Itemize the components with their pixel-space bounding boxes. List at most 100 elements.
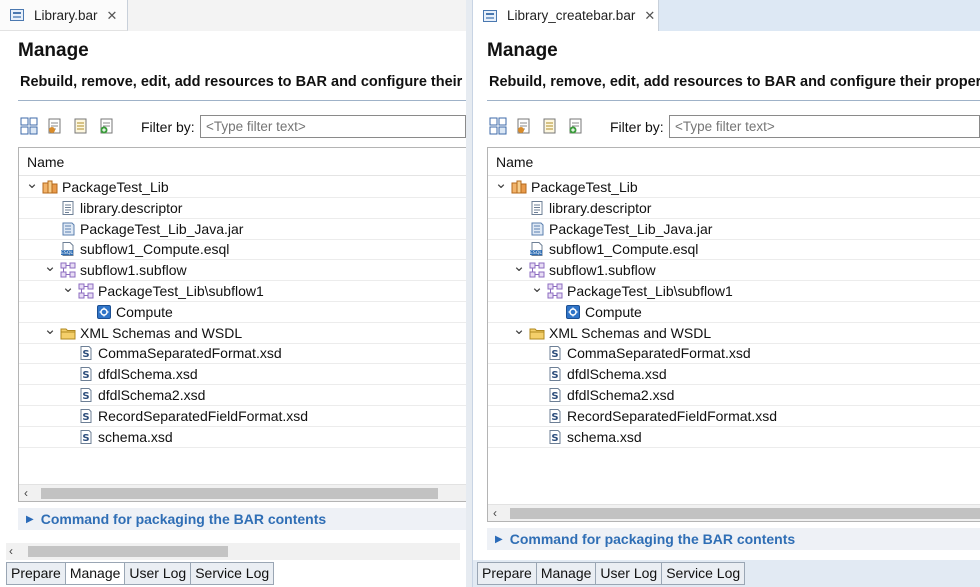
tree-row-file[interactable]: SdfdlSchema.xsd: [19, 364, 466, 386]
tree-item-label: CommaSeparatedFormat.xsd: [98, 345, 282, 362]
scroll-left-icon[interactable]: ‹: [9, 543, 13, 560]
expand-triangle-icon[interactable]: ▶: [495, 534, 503, 545]
tab-service-log[interactable]: Service Log: [190, 562, 275, 585]
chevron-down-icon[interactable]: ⌄: [43, 259, 57, 274]
xsd-schema-icon: S: [78, 366, 94, 382]
tree-row-file[interactable]: ESQL subflow1_Compute.esql: [19, 239, 466, 261]
scrollbar-thumb[interactable]: [28, 546, 228, 557]
page-title: Manage: [18, 40, 89, 61]
tab-manage[interactable]: Manage: [64, 562, 125, 585]
tree-row-file[interactable]: library.descriptor: [488, 198, 980, 219]
edit-resource-icon[interactable]: [515, 117, 533, 135]
packaging-command-section[interactable]: ▶ Command for packaging the BAR contents: [487, 528, 980, 550]
remove-resource-icon[interactable]: [72, 117, 90, 135]
tab-title: Library.bar: [34, 7, 98, 23]
tree-item-label: dfdlSchema2.xsd: [98, 387, 206, 403]
expand-all-icon[interactable]: [489, 117, 507, 135]
svg-text:ESQL: ESQL: [61, 251, 73, 257]
svg-text:ESQL: ESQL: [530, 251, 542, 257]
tree-row-library-folder[interactable]: ⌄ PackageTest_Lib: [488, 176, 980, 198]
xsd-schema-icon: S: [547, 345, 563, 361]
expand-triangle-icon[interactable]: ▶: [26, 514, 34, 525]
column-header-name[interactable]: Name: [19, 148, 466, 176]
filter-input[interactable]: [200, 115, 466, 138]
bottom-tabs: Prepare Manage User Log Service Log: [477, 562, 746, 585]
edit-resource-icon[interactable]: [46, 117, 64, 135]
packaging-command-section[interactable]: ▶ Command for packaging the BAR contents: [18, 508, 466, 530]
editor-horizontal-scrollbar[interactable]: ‹: [6, 543, 460, 560]
toolbar: [489, 117, 585, 135]
tree-row-subflow-node[interactable]: ⌄ subflow1.subflow: [19, 259, 466, 282]
svg-text:S: S: [551, 349, 558, 360]
tree-item-label: XML Schemas and WSDL: [549, 324, 712, 341]
tree-row-file[interactable]: S RecordSeparatedFieldFormat.xsd: [19, 406, 466, 427]
scroll-left-icon[interactable]: ‹: [493, 505, 497, 521]
tree-item-label: subflow1_Compute.esql: [549, 241, 699, 258]
tree-row-file[interactable]: S RecordSeparatedFieldFormat.xsd: [488, 406, 980, 427]
scrollbar-thumb[interactable]: [41, 488, 438, 499]
tree-row-library-folder[interactable]: ⌄ PackageTest_Lib: [19, 176, 466, 198]
tree-row-file[interactable]: PackageTest_Lib_Java.jar: [19, 219, 466, 240]
tab-prepare[interactable]: Prepare: [477, 562, 536, 585]
scrollbar-thumb[interactable]: [510, 508, 980, 519]
remove-resource-icon[interactable]: [541, 117, 559, 135]
chevron-down-icon[interactable]: ⌄: [512, 259, 526, 274]
jar-file-icon: [529, 221, 545, 237]
tree-row-file[interactable]: Sschema.xsd: [488, 427, 980, 448]
bottom-tabs: Prepare Manage User Log Service Log: [6, 562, 275, 585]
tab-user-log[interactable]: User Log: [124, 562, 191, 585]
tree-row-file[interactable]: S CommaSeparatedFormat.xsd: [488, 343, 980, 365]
tree-row-file[interactable]: SdfdlSchema2.xsd: [19, 385, 466, 406]
tree-horizontal-scrollbar[interactable]: ‹: [488, 504, 980, 521]
chevron-down-icon[interactable]: ⌄: [512, 322, 526, 337]
tree-row-subflow-node[interactable]: ⌄ subflow1.subflow: [488, 259, 980, 282]
chevron-down-icon[interactable]: ⌄: [61, 280, 75, 295]
close-icon[interactable]: ✕: [107, 9, 118, 22]
tree-row-file[interactable]: library.descriptor: [19, 198, 466, 219]
folder-icon: [60, 325, 76, 341]
tree-horizontal-scrollbar[interactable]: ‹: [19, 484, 466, 501]
svg-text:S: S: [82, 412, 89, 423]
tree-item-label: PackageTest_Lib: [531, 179, 638, 195]
expand-all-icon[interactable]: [20, 117, 38, 135]
tab-library-bar[interactable]: Library.bar ✕: [0, 0, 128, 31]
esql-file-icon: ESQL: [529, 241, 545, 257]
svg-text:S: S: [551, 433, 558, 444]
tree-row-file[interactable]: S CommaSeparatedFormat.xsd: [19, 343, 466, 365]
tab-user-log[interactable]: User Log: [595, 562, 662, 585]
tree-row-file[interactable]: PackageTest_Lib_Java.jar: [488, 219, 980, 240]
tree-item-label: XML Schemas and WSDL: [80, 324, 243, 341]
tree-item-label: PackageTest_Lib\subflow1: [98, 283, 264, 299]
tree-row-file[interactable]: SdfdlSchema2.xsd: [488, 385, 980, 406]
filter-input[interactable]: [669, 115, 980, 138]
subflow-icon: [529, 262, 545, 278]
tab-prepare[interactable]: Prepare: [6, 562, 65, 585]
add-resource-icon[interactable]: [567, 117, 585, 135]
resource-tree: Name ⌄ PackageTest_Lib library.descriptor P…: [18, 147, 466, 502]
tab-library-createbar[interactable]: Library_createbar.bar ✕: [473, 0, 659, 31]
chevron-down-icon[interactable]: ⌄: [43, 322, 57, 337]
tab-manage[interactable]: Manage: [535, 562, 596, 585]
tree-row-file[interactable]: ESQL subflow1_Compute.esql: [488, 239, 980, 261]
tree-row-file[interactable]: Sschema.xsd: [19, 427, 466, 448]
editor-library-createbar: Library_createbar.bar ✕ Manage Rebuild, …: [472, 0, 980, 587]
tree-row-subflow-node[interactable]: ⌄ PackageTest_Lib\subflow1: [19, 280, 466, 302]
tree-row-schemas-folder[interactable]: ⌄ XML Schemas and WSDL: [19, 322, 466, 344]
tree-row-compute-node[interactable]: Compute: [488, 302, 980, 323]
close-icon[interactable]: ✕: [644, 9, 655, 22]
chevron-down-icon[interactable]: ⌄: [25, 176, 39, 191]
chevron-down-icon[interactable]: ⌄: [494, 176, 508, 191]
tree-item-label: PackageTest_Lib_Java.jar: [80, 220, 244, 237]
add-resource-icon[interactable]: [98, 117, 116, 135]
tree-item-label: RecordSeparatedFieldFormat.xsd: [567, 407, 778, 424]
tree-row-compute-node[interactable]: Compute: [19, 302, 466, 323]
svg-text:S: S: [82, 433, 89, 444]
tree-row-schemas-folder[interactable]: ⌄ XML Schemas and WSDL: [488, 322, 980, 344]
tab-service-log[interactable]: Service Log: [661, 562, 746, 585]
column-header-name[interactable]: Name: [488, 148, 980, 176]
tree-item-label: Compute: [116, 303, 173, 320]
tree-row-file[interactable]: SdfdlSchema.xsd: [488, 364, 980, 386]
chevron-down-icon[interactable]: ⌄: [530, 280, 544, 295]
scroll-left-icon[interactable]: ‹: [24, 485, 28, 501]
tree-row-subflow-node[interactable]: ⌄ PackageTest_Lib\subflow1: [488, 280, 980, 302]
